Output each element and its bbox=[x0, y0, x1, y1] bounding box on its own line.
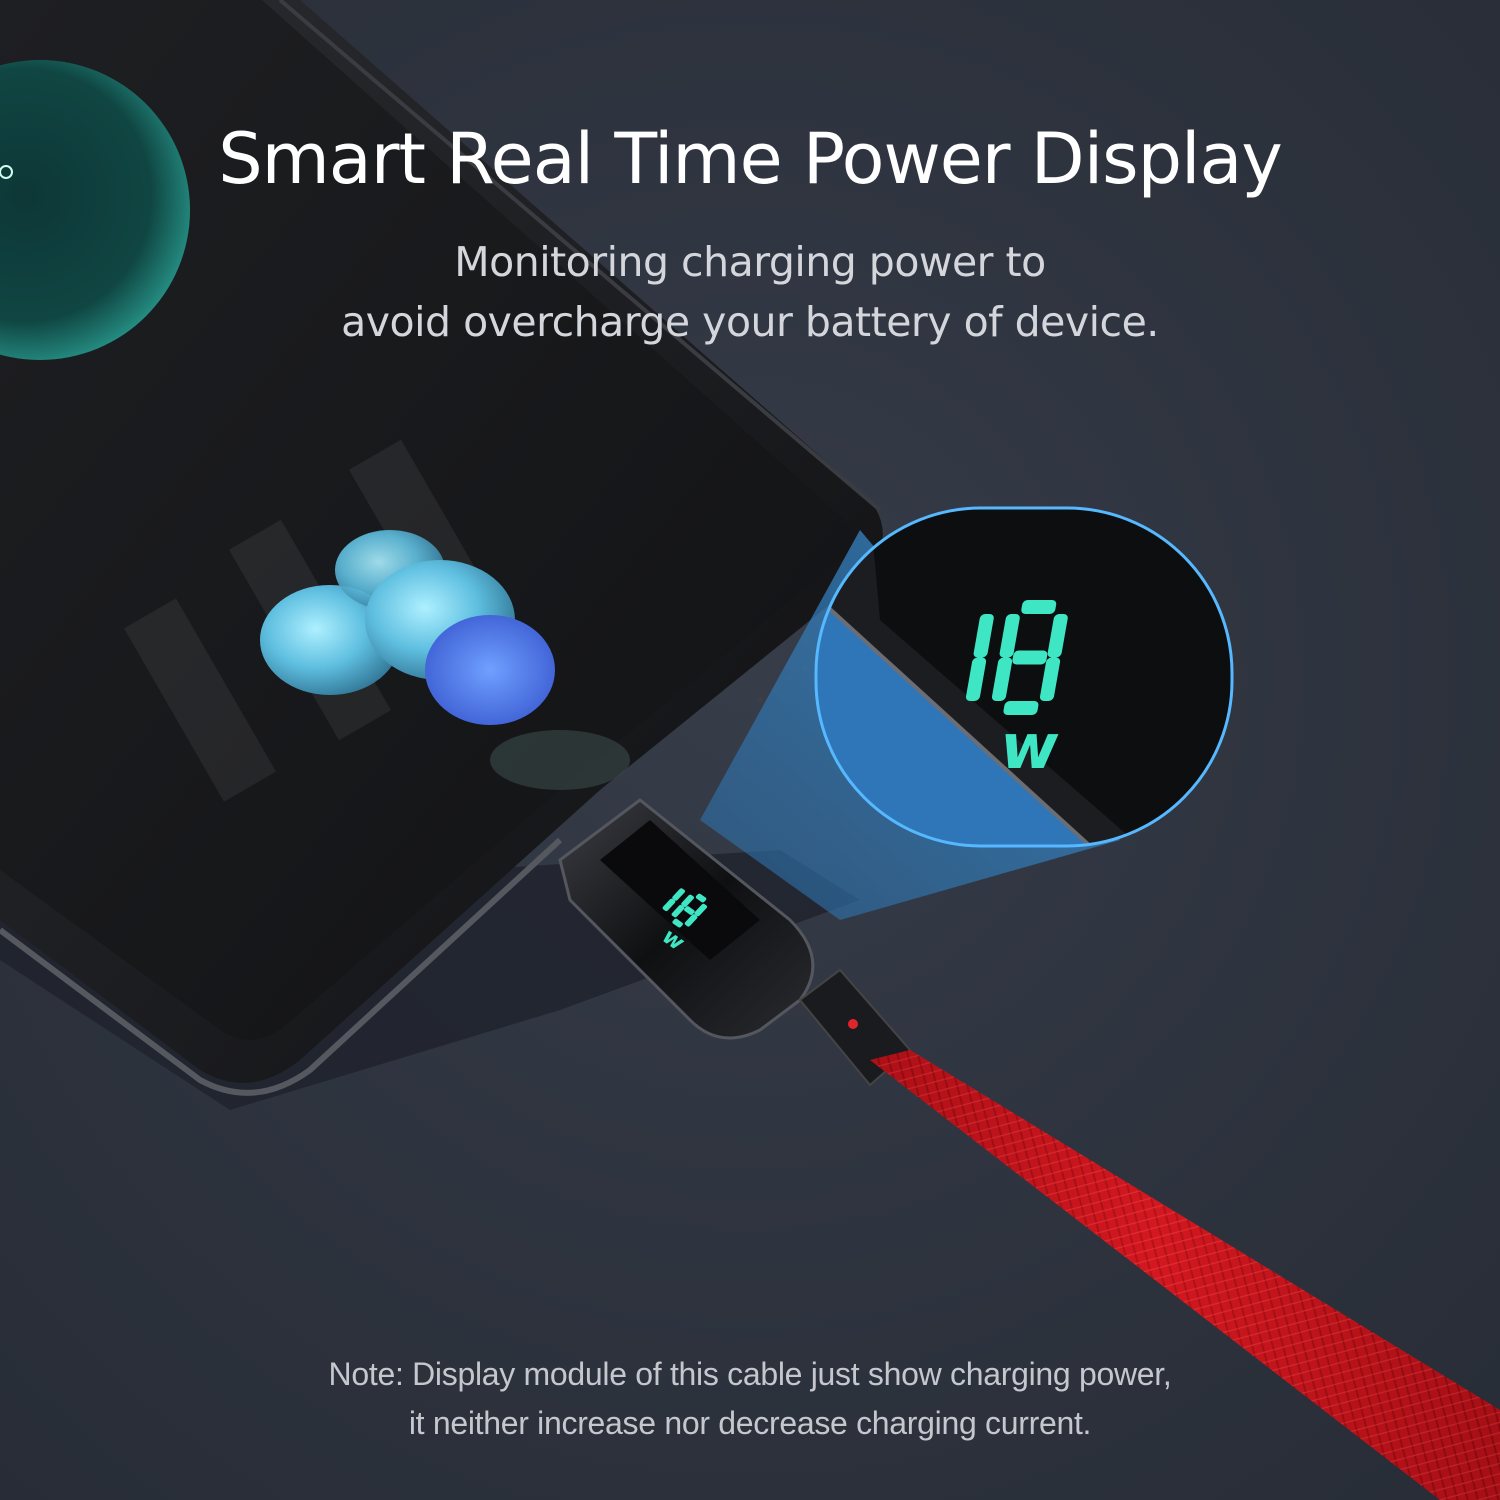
headline: Smart Real Time Power Display bbox=[218, 118, 1283, 200]
note-line-2: it neither increase nor decrease chargin… bbox=[408, 1405, 1092, 1441]
subheadline-line-2: avoid overcharge your battery of device. bbox=[341, 298, 1159, 346]
note-line-1: Note: Display module of this cable just … bbox=[328, 1356, 1172, 1392]
subheadline-line-1: Monitoring charging power to bbox=[454, 238, 1046, 286]
text-layer: Smart Real Time Power Display Monitoring… bbox=[0, 0, 1500, 1500]
